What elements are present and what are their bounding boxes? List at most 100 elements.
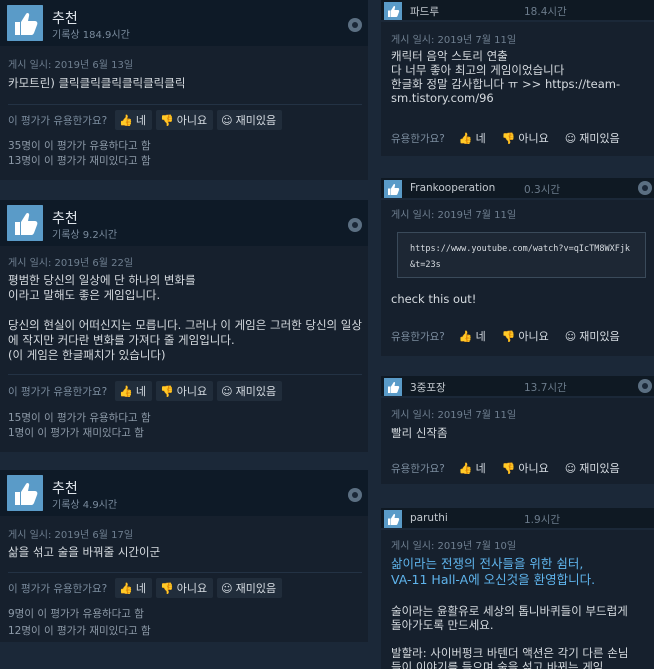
comment-text: 술이라는 윤활유로 세상의 톱니바퀴들이 부드럽게 돌아가도록 만드세요. 발할… [391, 604, 629, 669]
thumbs-down-icon: 👎 [501, 131, 516, 145]
comment-hours: 1.9시간 [524, 514, 561, 526]
vote-no-label: 아니요 [176, 114, 208, 127]
vote-no-label: 아니요 [518, 462, 549, 475]
vote-no-button[interactable]: 👎 아니요 [156, 381, 214, 401]
thumbs-down-icon: 👎 [501, 329, 516, 343]
comment-card: Frankooperation 0.3시간 게시 일시: 2019년 7월 11… [381, 178, 654, 356]
vote-yes-button[interactable]: 👍 네 [455, 326, 492, 346]
comment-text: check this out! [391, 292, 477, 306]
thumbs-down-icon: 👎 [160, 113, 174, 127]
vote-yes-button[interactable]: 👍 네 [455, 128, 492, 148]
vote-question: 유용한가요? [391, 330, 445, 343]
vote-yes-button[interactable]: 👍 네 [115, 578, 153, 598]
review-body: 카모트린) 클릭클릭클릭클릭클릭클릭 [8, 76, 186, 90]
divider [8, 572, 362, 573]
vote-yes-button[interactable]: 👍 네 [455, 458, 492, 478]
thumbs-up-icon: 👍 [458, 329, 473, 343]
review-header: 추천 기록상 9.2시간 [0, 200, 368, 246]
funny-count: 12명이 이 평가가 재미있다고 함 [8, 625, 151, 637]
vote-funny-button[interactable]: ☺ 재미있음 [217, 578, 283, 598]
vote-no-button[interactable]: 👎 아니요 [498, 326, 555, 346]
review-card: 추천 기록상 4.9시간 게시 일시: 2019년 6월 17일 삶을 섞고 술… [0, 470, 368, 642]
comment-text-body: 캐릭터 음악 스토리 연출 다 너무 좋아 최고의 게임이었습니다 한글화 정말… [391, 49, 565, 91]
funny-count: 1명이 이 평가가 재미있다고 함 [8, 427, 144, 439]
comment-author[interactable]: paruthi [410, 512, 448, 524]
avatar[interactable] [384, 180, 402, 198]
vote-funny-label: 재미있음 [579, 132, 620, 145]
avatar[interactable] [384, 2, 402, 20]
comment-card: paruthi 1.9시간 게시 일시: 2019년 7월 10일 삶이라는 전… [381, 508, 654, 669]
comment-author[interactable]: 파드루 [410, 4, 439, 19]
vote-no-button[interactable]: 👎 아니요 [498, 458, 555, 478]
comment-text: 빨리 신작좀 [391, 426, 448, 440]
review-date: 게시 일시: 2019년 6월 22일 [8, 258, 134, 269]
vote-yes-button[interactable]: 👍 네 [115, 381, 153, 401]
smile-icon: ☺ [221, 384, 233, 398]
vote-yes-label: 네 [475, 132, 486, 145]
thumbs-up-icon [7, 205, 43, 241]
comment-header: 파드루 18.4시간 [381, 0, 654, 20]
comment-author[interactable]: 3중포장 [410, 380, 446, 395]
comment-date: 게시 일시: 2019년 7월 11일 [391, 210, 517, 221]
vote-funny-button[interactable]: ☺ 재미있음 [561, 326, 626, 346]
comment-header: Frankooperation 0.3시간 [381, 178, 654, 198]
review-title[interactable]: 추천 [52, 478, 78, 498]
smile-icon: ☺ [564, 329, 577, 343]
funny-count: 13명이 이 평가가 재미있다고 함 [8, 155, 151, 167]
vote-no-button[interactable]: 👎 아니요 [156, 110, 214, 130]
comment-header: 3중포장 13.7시간 [381, 376, 654, 396]
vote-funny-label: 재미있음 [235, 114, 277, 127]
reviews-column: 추천 기록상 184.9시간 게시 일시: 2019년 6월 13일 카모트린)… [0, 0, 368, 669]
thumbs-down-icon: 👎 [501, 461, 516, 475]
review-header: 추천 기록상 4.9시간 [0, 470, 368, 516]
review-title[interactable]: 추천 [52, 8, 78, 28]
thumbs-up-icon: 👍 [458, 461, 473, 475]
thumbs-up-icon: 👍 [119, 581, 133, 595]
thumbs-up-icon [7, 475, 43, 511]
avatar[interactable] [384, 510, 402, 528]
helpful-count: 9명이 이 평가가 유용하다고 함 [8, 608, 144, 620]
vote-question: 유용한가요? [391, 132, 445, 145]
review-date: 게시 일시: 2019년 6월 13일 [8, 60, 134, 71]
vote-funny-button[interactable]: ☺ 재미있음 [561, 458, 626, 478]
review-title[interactable]: 추천 [52, 208, 78, 228]
vote-row: 유용한가요? 👍 네 👎 아니요 ☺ 재미있음 [391, 326, 632, 346]
helpful-count: 35명이 이 평가가 유용하다고 함 [8, 140, 151, 152]
divider [8, 374, 362, 375]
code-block[interactable]: https://www.youtube.com/watch?v=qIcTM8WX… [397, 232, 646, 278]
vote-funny-label: 재미있음 [235, 385, 277, 398]
vote-question: 이 평가가 유용한가요? [8, 582, 108, 595]
avatar[interactable] [384, 378, 402, 396]
review-card: 추천 기록상 184.9시간 게시 일시: 2019년 6월 13일 카모트린)… [0, 0, 368, 180]
vote-funny-button[interactable]: ☺ 재미있음 [217, 381, 283, 401]
thumbs-up-icon: 👍 [119, 113, 133, 127]
thumbs-up-icon: 👍 [458, 131, 473, 145]
vote-row: 이 평가가 유용한가요? 👍 네 👎 아니요 ☺ 재미있음 [8, 578, 286, 598]
vote-no-button[interactable]: 👎 아니요 [156, 578, 214, 598]
vote-yes-label: 네 [475, 462, 486, 475]
vote-row: 이 평가가 유용한가요? 👍 네 👎 아니요 ☺ 재미있음 [8, 110, 286, 130]
vote-funny-label: 재미있음 [579, 330, 620, 343]
vote-no-label: 아니요 [518, 330, 549, 343]
vote-yes-label: 네 [135, 114, 147, 127]
vote-yes-button[interactable]: 👍 네 [115, 110, 153, 130]
vote-yes-label: 네 [475, 330, 486, 343]
vote-no-label: 아니요 [176, 385, 208, 398]
review-date: 게시 일시: 2019년 6월 17일 [8, 530, 134, 541]
comment-hours: 13.7시간 [524, 382, 567, 394]
thumbs-up-icon [7, 5, 43, 41]
comment-hours: 18.4시간 [524, 6, 567, 18]
vote-row: 이 평가가 유용한가요? 👍 네 👎 아니요 ☺ 재미있음 [8, 381, 286, 401]
vote-funny-button[interactable]: ☺ 재미있음 [217, 110, 283, 130]
comment-heading: 삶이라는 전쟁의 전사들을 위한 쉼터, VA-11 Hall-A에 오신것을 … [391, 556, 596, 587]
comment-author[interactable]: Frankooperation [410, 182, 495, 194]
review-card: 추천 기록상 9.2시간 게시 일시: 2019년 6월 22일 평범한 당신의… [0, 200, 368, 452]
steam-icon [638, 181, 652, 195]
comment-date: 게시 일시: 2019년 7월 11일 [391, 35, 517, 46]
review-hours: 기록상 9.2시간 [52, 230, 118, 241]
vote-funny-label: 재미있음 [235, 582, 277, 595]
vote-funny-button[interactable]: ☺ 재미있음 [561, 128, 626, 148]
vote-no-button[interactable]: 👎 아니요 [498, 128, 555, 148]
comment-header: paruthi 1.9시간 [381, 508, 654, 528]
steam-icon [638, 379, 652, 393]
